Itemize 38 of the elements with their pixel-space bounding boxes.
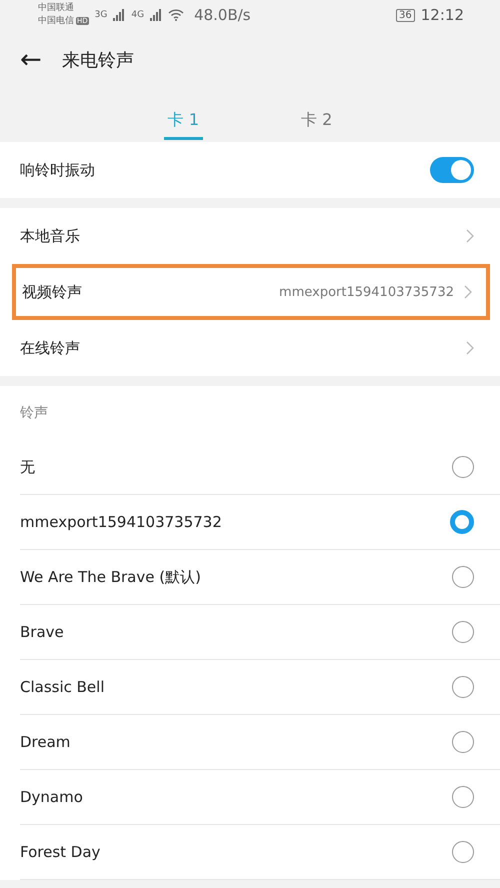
radio-button[interactable] bbox=[452, 621, 474, 643]
radio-button[interactable] bbox=[452, 731, 474, 753]
section-heading: 铃声 bbox=[0, 386, 500, 440]
radio-button[interactable] bbox=[450, 510, 474, 534]
radio-button[interactable] bbox=[452, 676, 474, 698]
radio-button[interactable] bbox=[452, 566, 474, 588]
network-speed: 48.0B/s bbox=[194, 6, 251, 24]
clock: 12:12 bbox=[420, 6, 464, 24]
signal-icon bbox=[113, 9, 126, 21]
ringtone-label[interactable]: mmexport1594103735732 bbox=[20, 513, 450, 531]
radio-button[interactable] bbox=[452, 786, 474, 808]
wifi-icon bbox=[168, 9, 184, 21]
chevron-icon bbox=[466, 341, 474, 355]
ringtone-label[interactable]: We Are The Brave (默认) bbox=[20, 568, 452, 586]
radio-button[interactable] bbox=[452, 841, 474, 863]
vibrate-toggle[interactable] bbox=[430, 157, 474, 183]
network-label: 4G bbox=[131, 10, 144, 20]
battery-level: 36 bbox=[396, 8, 415, 22]
menu-item-label[interactable]: 视频铃声 bbox=[22, 282, 270, 302]
menu-item-label[interactable]: 本地音乐 bbox=[20, 226, 456, 246]
ringtone-label[interactable]: Forest Day bbox=[20, 843, 452, 861]
signal-icon bbox=[150, 9, 162, 21]
ringtone-label[interactable]: Dynamo bbox=[20, 788, 452, 806]
ringtone-label[interactable]: 无 bbox=[20, 458, 452, 476]
chevron-icon bbox=[466, 229, 474, 243]
radio-button[interactable] bbox=[452, 456, 474, 478]
page-title: 来电铃声 bbox=[62, 49, 134, 72]
back-button[interactable]: ← bbox=[20, 47, 42, 73]
ringtone-label[interactable]: Brave bbox=[20, 623, 452, 641]
item-value: mmexport1594103735732 bbox=[279, 284, 454, 300]
network-label: 3G bbox=[94, 10, 108, 20]
setting-label: 响铃时振动 bbox=[20, 160, 96, 180]
chevron-icon bbox=[464, 285, 472, 299]
ringtone-label[interactable]: Dream bbox=[20, 733, 452, 751]
ringtone-label[interactable]: Classic Bell bbox=[20, 678, 452, 696]
sim-tab[interactable]: 卡 2 bbox=[297, 110, 336, 140]
menu-item-label[interactable]: 在线铃声 bbox=[20, 338, 456, 358]
carrier-label: 中国联通 bbox=[38, 2, 75, 15]
